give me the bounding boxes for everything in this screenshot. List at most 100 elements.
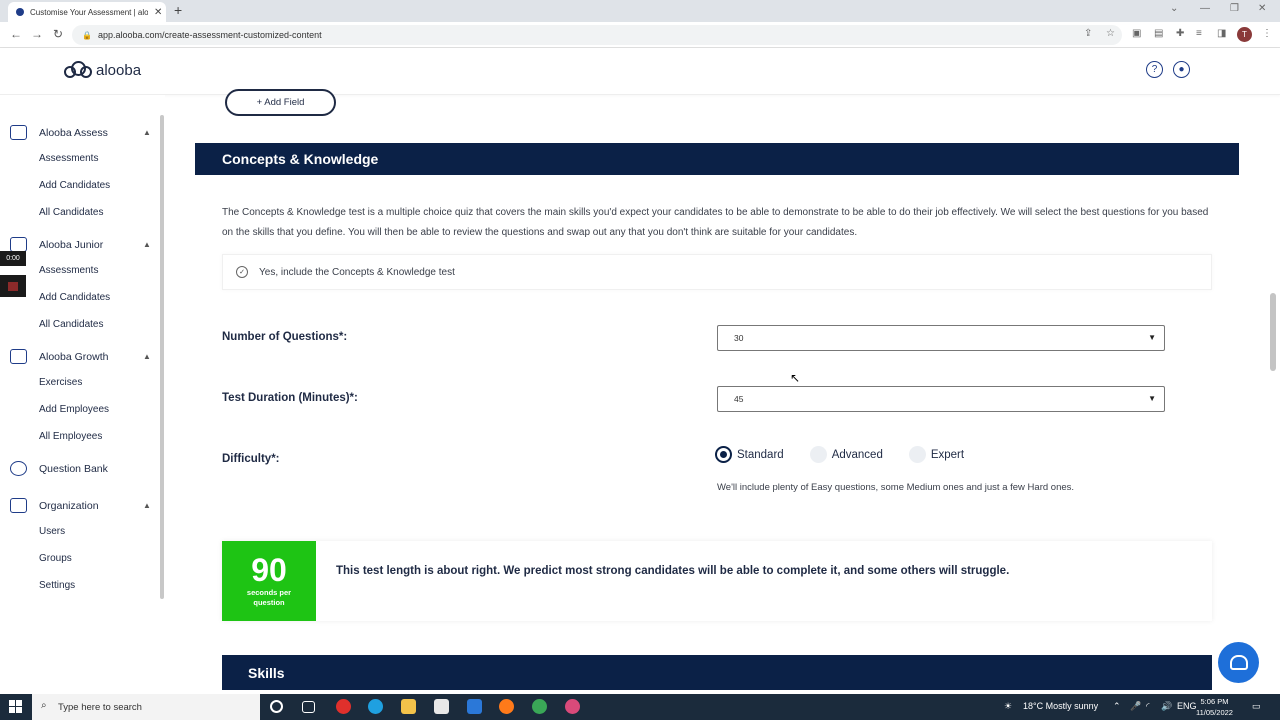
cloud-logo-icon xyxy=(64,60,92,80)
radio-label-standard[interactable]: Standard xyxy=(737,449,784,461)
restore-icon[interactable]: ❐ xyxy=(1230,3,1239,14)
include-test-label: Yes, include the Concepts & Knowledge te… xyxy=(259,266,455,278)
language-indicator[interactable]: ENG xyxy=(1177,701,1197,711)
sidebar-item-all-candidates[interactable]: All Candidates xyxy=(39,207,103,218)
radio-advanced[interactable] xyxy=(809,446,827,463)
puzzle-icon[interactable]: ✚ xyxy=(1176,28,1184,39)
minimize-icon[interactable]: — xyxy=(1200,3,1210,14)
chevron-up-icon[interactable]: ▲ xyxy=(143,128,151,137)
difficulty-label: Difficulty*: xyxy=(222,453,280,465)
record-stop-button[interactable] xyxy=(0,275,26,297)
back-icon[interactable]: ← xyxy=(10,27,22,41)
sidebar-item-settings[interactable]: Settings xyxy=(39,580,75,591)
microphone-icon[interactable]: 🎤 xyxy=(1130,701,1141,712)
sidebar-item-add-employees[interactable]: Add Employees xyxy=(39,404,109,415)
alooba-favicon-icon xyxy=(16,8,24,16)
sidebar-section-alooba-growth[interactable]: Alooba Growth ▲ xyxy=(10,349,151,364)
windows-taskbar: ⌕ Type here to search ☀ 18°C Mostly sunn… xyxy=(0,694,1280,720)
questions-value: 30 xyxy=(734,333,744,343)
reading-list-icon[interactable]: ≡ xyxy=(1196,28,1202,39)
sidebar-item-add-candidates[interactable]: Add Candidates xyxy=(39,180,110,191)
task-view-icon[interactable] xyxy=(302,701,315,713)
sidebar-section-label: Question Bank xyxy=(39,462,108,475)
sidebar-item-all-employees[interactable]: All Employees xyxy=(39,431,102,442)
sidebar-section-question-bank[interactable]: Question Bank xyxy=(10,461,108,476)
share-icon[interactable]: ⇪ xyxy=(1084,28,1092,39)
section-description: The Concepts & Knowledge test is a multi… xyxy=(222,207,1209,238)
radio-label-advanced[interactable]: Advanced xyxy=(832,449,883,461)
chevron-up-icon[interactable]: ▲ xyxy=(143,501,151,510)
chrome-profile-icon[interactable] xyxy=(565,699,580,714)
lock-icon: 🔒 xyxy=(82,30,92,40)
extension-icon[interactable]: ▤ xyxy=(1154,28,1163,39)
opera-icon[interactable] xyxy=(336,699,351,714)
firefox-icon[interactable] xyxy=(499,699,514,714)
side-panel-icon[interactable]: ◨ xyxy=(1217,28,1226,39)
seconds-per-question-unit: seconds per question xyxy=(246,588,292,607)
store-icon[interactable] xyxy=(434,699,449,714)
chevron-down-icon[interactable]: ⌄ xyxy=(1170,3,1178,14)
seconds-per-question-value: 90 xyxy=(251,552,287,588)
section-header-skills: Skills xyxy=(222,655,1212,690)
edge-icon[interactable] xyxy=(368,699,383,714)
page-scrollbar[interactable] xyxy=(1270,293,1276,371)
bookmark-star-icon[interactable]: ☆ xyxy=(1106,28,1115,39)
duration-select[interactable]: 45 ▼ xyxy=(717,386,1165,412)
alooba-logo[interactable]: alooba xyxy=(64,60,141,80)
radio-expert[interactable] xyxy=(908,446,926,463)
sidebar-item-all-candidates[interactable]: All Candidates xyxy=(39,319,103,330)
window-close-icon[interactable]: ✕ xyxy=(1258,3,1266,14)
chrome-icon[interactable] xyxy=(532,699,547,714)
new-tab-icon[interactable]: + xyxy=(174,2,182,18)
url-field[interactable]: 🔒 app.alooba.com/create-assessment-custo… xyxy=(72,25,1122,45)
question-bank-icon xyxy=(10,461,27,476)
browser-tab[interactable]: Customise Your Assessment | alo ✕ xyxy=(8,2,166,22)
profile-avatar[interactable]: T xyxy=(1237,27,1252,42)
weather-text[interactable]: 18°C Mostly sunny xyxy=(1023,701,1098,711)
sidebar-item-assessments[interactable]: Assessments xyxy=(39,265,98,276)
volume-icon[interactable]: 🔊 xyxy=(1161,701,1172,712)
extension-icon[interactable]: ▣ xyxy=(1132,28,1141,39)
reload-icon[interactable]: ↻ xyxy=(53,27,63,41)
sidebar-section-label: Alooba Junior xyxy=(39,238,104,251)
questions-select[interactable]: 30 ▼ xyxy=(717,325,1165,351)
include-test-checkbox-row[interactable]: ✓ Yes, include the Concepts & Knowledge … xyxy=(222,254,1212,290)
junior-icon xyxy=(10,237,27,252)
file-explorer-icon[interactable] xyxy=(401,699,416,714)
sidebar-section-alooba-assess[interactable]: Alooba Assess ▲ xyxy=(10,125,151,140)
radio-label-expert[interactable]: Expert xyxy=(931,449,964,461)
check-circle-icon[interactable]: ✓ xyxy=(236,266,248,278)
add-field-button[interactable]: + Add Field xyxy=(225,89,336,116)
sidebar-item-assessments[interactable]: Assessments xyxy=(39,153,98,164)
wifi-icon[interactable]: ◜ xyxy=(1146,701,1150,712)
windows-start-icon[interactable] xyxy=(9,700,22,713)
mail-icon[interactable] xyxy=(467,699,482,714)
sidebar-item-add-candidates[interactable]: Add Candidates xyxy=(39,292,110,303)
sidebar-item-groups[interactable]: Groups xyxy=(39,553,72,564)
menu-kebab-icon[interactable]: ⋮ xyxy=(1262,28,1272,39)
tab-close-icon[interactable]: ✕ xyxy=(154,7,162,18)
chevron-up-icon[interactable]: ▲ xyxy=(143,352,151,361)
radio-standard[interactable] xyxy=(715,446,732,463)
user-account-icon[interactable]: ● xyxy=(1173,61,1190,78)
seconds-per-question-badge: 90 seconds per question xyxy=(222,541,316,621)
section-header-concepts-knowledge: Concepts & Knowledge xyxy=(195,143,1239,175)
sidebar-section-alooba-junior[interactable]: Alooba Junior ▲ xyxy=(10,237,151,252)
sidebar-item-exercises[interactable]: Exercises xyxy=(39,377,82,388)
help-icon[interactable]: ? xyxy=(1146,61,1163,78)
notifications-icon[interactable]: ▭ xyxy=(1252,701,1261,712)
tray-chevron-icon[interactable]: ⌃ xyxy=(1113,701,1121,712)
sidebar-item-users[interactable]: Users xyxy=(39,526,65,537)
forward-icon[interactable]: → xyxy=(31,27,43,41)
cortana-icon[interactable] xyxy=(270,700,283,713)
organization-icon xyxy=(10,498,27,513)
sidebar-section-organization[interactable]: Organization ▲ xyxy=(10,498,151,513)
taskbar-clock[interactable]: 5:06 PM 11/05/2022 xyxy=(1196,696,1233,718)
test-length-message: This test length is about right. We pred… xyxy=(336,565,1010,577)
chat-support-button[interactable] xyxy=(1218,642,1259,683)
difficulty-radio-group: Standard Advanced Expert xyxy=(715,446,990,463)
sidebar-scrollbar[interactable] xyxy=(160,115,164,599)
recording-timer: 0:00 xyxy=(0,251,26,266)
chevron-up-icon[interactable]: ▲ xyxy=(143,240,151,249)
taskbar-search-input[interactable]: ⌕ Type here to search xyxy=(32,694,260,720)
